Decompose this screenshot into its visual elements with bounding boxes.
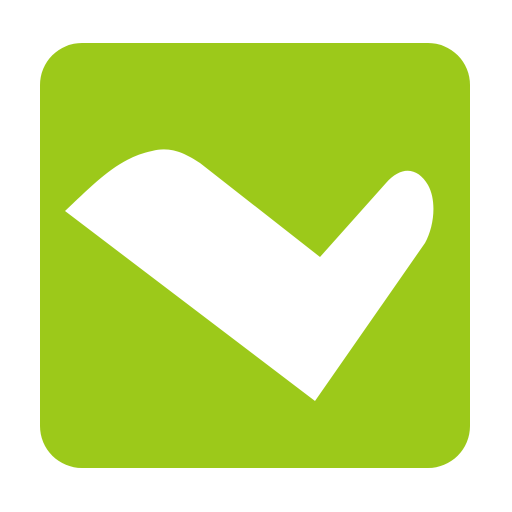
icon-canvas [0,0,512,512]
checkmark-icon[interactable] [40,43,470,468]
